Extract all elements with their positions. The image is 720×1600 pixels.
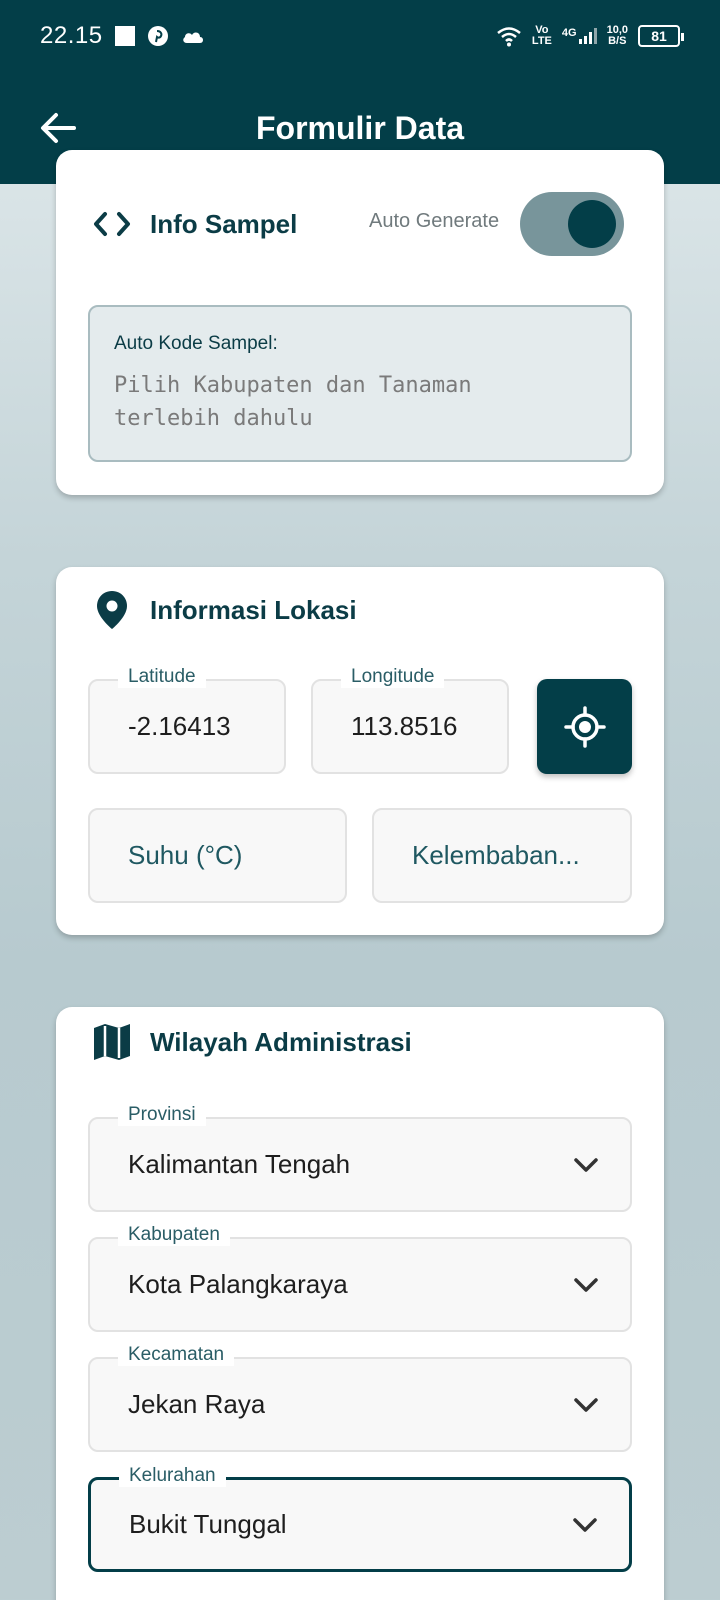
chevron-down-icon [574,1277,598,1292]
info-sampel-title: Info Sampel [150,208,298,239]
kabupaten-dropdown[interactable]: Kabupaten Kota Palangkaraya [88,1224,632,1332]
kelembaban-placeholder: Kelembaban... [412,840,580,870]
notification-square-icon [114,26,135,46]
chevron-down-icon [574,1397,598,1412]
toggle-knob [568,200,616,248]
provinsi-dropdown[interactable]: Provinsi Kalimantan Tengah [88,1104,632,1212]
pinterest-icon [147,26,168,46]
auto-kode-label: Auto Kode Sampel: [114,333,278,354]
page-title: Formulir Data [255,109,465,146]
map-icon [92,1022,132,1062]
latitude-value: -2.16413 [128,711,231,741]
network-type: 4G [561,27,577,39]
wifi-icon [497,27,521,47]
volte-indicator: Vo LTE [531,24,552,47]
informasi-lokasi-card: Informasi Lokasi Latitude -2.16413 Longi… [56,567,664,935]
auto-kode-sampel-box: Auto Kode Sampel: Pilih Kabupaten dan Ta… [88,305,632,462]
notification-icons [114,25,205,47]
kelurahan-dropdown[interactable]: Kelurahan Bukit Tunggal [88,1465,632,1572]
longitude-value: 113.8516 [351,711,458,741]
auto-generate-toggle[interactable] [520,192,624,256]
network-speed: 10,0 B/S [606,24,628,47]
battery-level: 81 [651,28,667,44]
kecamatan-dropdown[interactable]: Kecamatan Jekan Raya [88,1344,632,1452]
lokasi-header: Informasi Lokasi [92,590,357,630]
suhu-field[interactable]: Suhu (°C) [88,808,347,903]
arrow-left-icon [41,113,76,143]
signal-bars-icon [578,28,597,44]
wilayah-header: Wilayah Administrasi [92,1022,412,1062]
info-sampel-header: Info Sampel [92,204,297,244]
kabupaten-value: Kota Palangkaraya [128,1269,348,1299]
provinsi-value: Kalimantan Tengah [128,1149,351,1179]
back-button[interactable] [36,106,80,150]
code-icon [92,204,132,244]
get-location-button[interactable] [537,679,632,774]
info-sampel-card: Info Sampel Auto Generate Auto Kode Samp… [56,150,664,495]
kelurahan-value: Bukit Tunggal [129,1509,287,1539]
lokasi-title: Informasi Lokasi [150,594,357,625]
auto-generate-label: Auto Generate [369,210,500,232]
longitude-field[interactable]: Longitude 113.8516 [311,666,509,774]
chevron-down-icon [574,1157,598,1172]
status-bar: 22.15 Vo LTE 4G 10,0 B/S 81 [0,0,720,72]
battery-icon: 81 [638,25,684,47]
kelembaban-field[interactable]: Kelembaban... [372,808,632,903]
cloud-icon [182,32,203,43]
kecamatan-value: Jekan Raya [128,1389,266,1419]
location-pin-icon [92,590,132,630]
chevron-down-icon [573,1517,597,1532]
latitude-field[interactable]: Latitude -2.16413 [88,666,286,774]
suhu-placeholder: Suhu (°C) [128,840,243,870]
wilayah-title: Wilayah Administrasi [150,1026,412,1057]
status-right-icons: Vo LTE 4G 10,0 B/S 81 [496,24,684,47]
signal-indicator: 4G [562,28,597,44]
auto-kode-value: Pilih Kabupaten dan Tanaman terlebih dah… [114,373,472,431]
status-time: 22.15 [40,22,103,49]
wilayah-administrasi-card: Wilayah Administrasi Provinsi Kalimantan… [56,1007,664,1600]
gps-target-icon [563,705,606,748]
